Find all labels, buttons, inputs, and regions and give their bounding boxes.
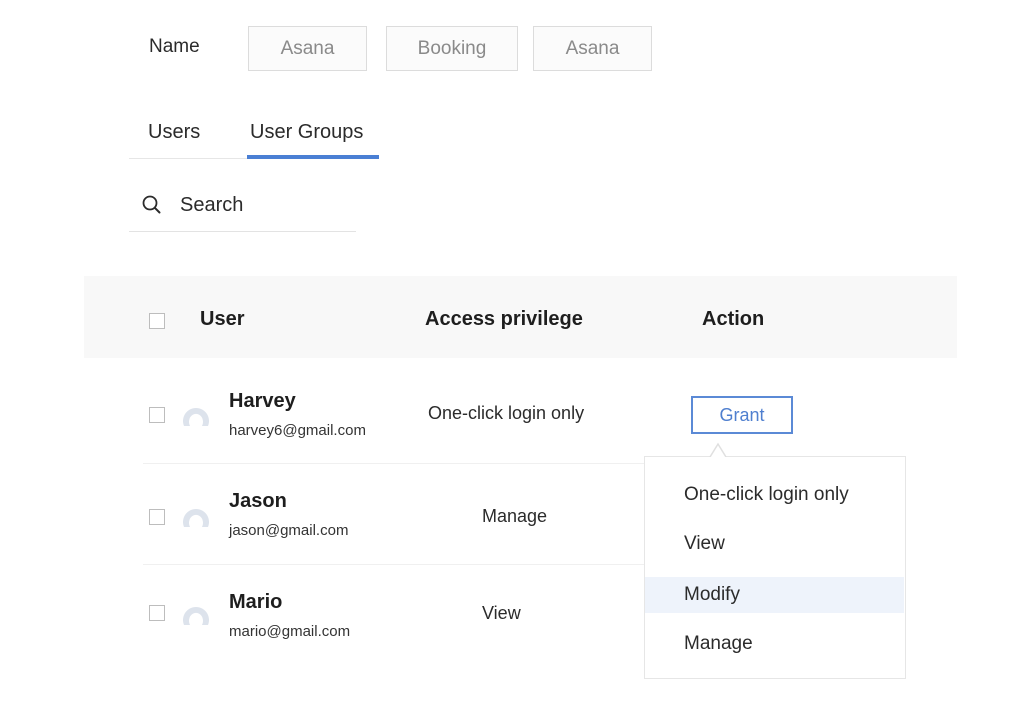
user-email: jason@gmail.com (229, 522, 349, 539)
user-name: Harvey (229, 390, 296, 412)
page: Name Asana Booking Asana Users User Grou… (0, 0, 1024, 717)
access-privilege: View (482, 603, 521, 623)
dropdown-option-manage[interactable]: Manage (645, 626, 904, 662)
table-row: Harvey harvey6@gmail.com One-click login… (143, 362, 658, 462)
access-privilege: Manage (482, 506, 548, 526)
tab-users[interactable]: Users (148, 121, 200, 159)
column-header-access-privilege: Access privilege (425, 308, 583, 330)
search-box (129, 187, 356, 232)
select-all-checkbox[interactable] (149, 313, 165, 329)
row-checkbox[interactable] (149, 509, 165, 525)
access-privilege: One-click login only (428, 403, 585, 423)
dropdown-option-one-click-login-only[interactable]: One-click login only (645, 477, 904, 513)
dropdown-option-view[interactable]: View (645, 526, 904, 562)
privilege-dropdown-menu: One-click login only View Modify Manage (644, 456, 906, 679)
search-icon (142, 195, 161, 214)
user-name: Mario (229, 591, 283, 613)
grant-button[interactable]: Grant (691, 396, 793, 434)
name-label: Name (149, 36, 200, 57)
name-chip-booking[interactable]: Booking (386, 26, 518, 71)
table-row: Jason jason@gmail.com Manage (143, 463, 658, 563)
table-row: Mario mario@gmail.com View (143, 564, 658, 664)
name-chip-asana-2[interactable]: Asana (533, 26, 652, 71)
user-email: mario@gmail.com (229, 623, 351, 640)
column-header-action: Action (702, 308, 765, 330)
dropdown-option-modify[interactable]: Modify (645, 577, 904, 613)
dropdown-caret-icon (709, 442, 727, 457)
user-email: harvey6@gmail.com (229, 422, 366, 439)
user-name: Jason (229, 490, 287, 512)
user-avatar-icon (183, 509, 209, 527)
row-checkbox[interactable] (149, 407, 165, 423)
table-header: User Access privilege Action (84, 276, 957, 358)
tab-user-groups[interactable]: User Groups (247, 121, 379, 159)
user-avatar-icon (183, 408, 209, 426)
user-avatar-icon (183, 607, 209, 625)
tab-bar: Users User Groups (129, 112, 379, 159)
name-chip-asana[interactable]: Asana (248, 26, 367, 71)
row-checkbox[interactable] (149, 605, 165, 621)
column-header-user: User (200, 308, 245, 330)
search-input[interactable] (180, 191, 350, 219)
